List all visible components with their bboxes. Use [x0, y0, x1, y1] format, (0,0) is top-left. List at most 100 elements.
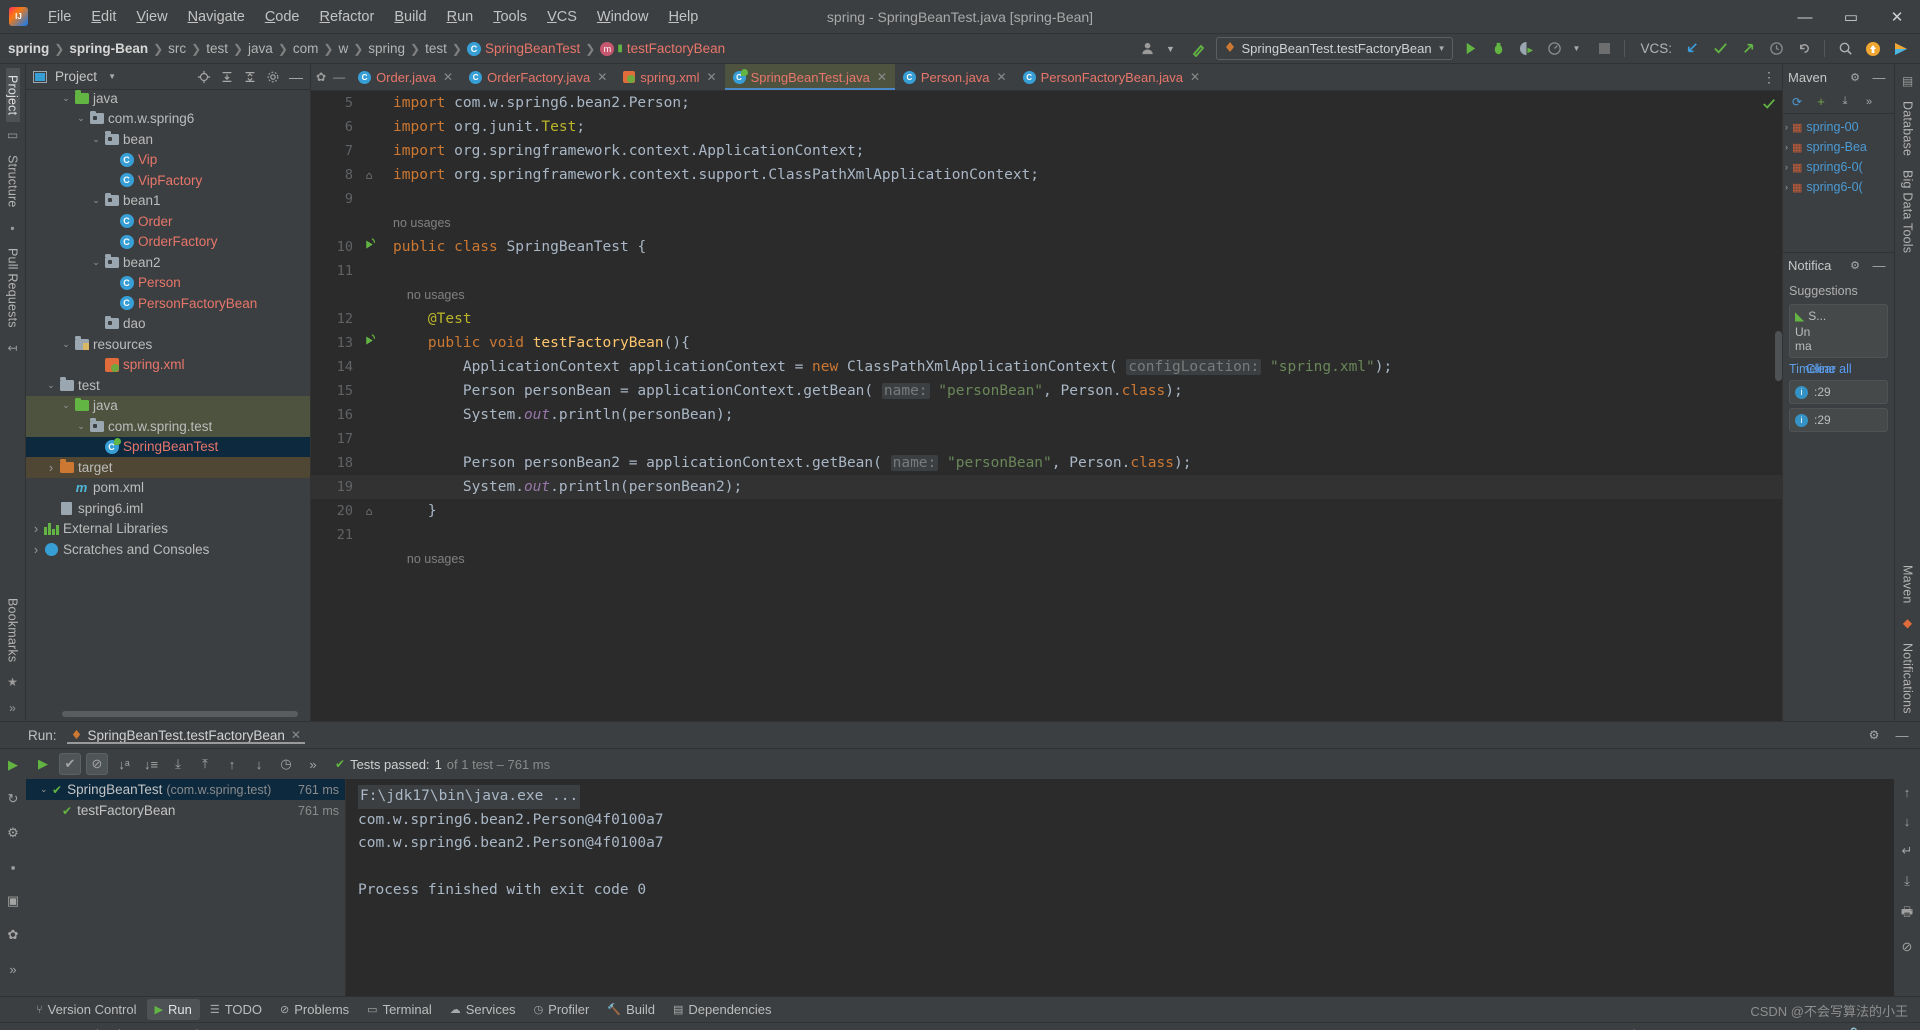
locate-icon[interactable]: [194, 67, 214, 87]
debug-icon[interactable]: [1487, 38, 1509, 60]
test-result-row[interactable]: ⌄ ✔ SpringBeanTest (com.w.spring.test) 761 m…: [26, 779, 345, 800]
rerun-tests-icon[interactable]: ▶: [32, 753, 54, 775]
close-icon[interactable]: ✕: [443, 70, 453, 84]
run-icon[interactable]: [1459, 38, 1481, 60]
hide-panel-icon[interactable]: —: [1869, 67, 1889, 87]
tree-node-java[interactable]: ⌄ java: [26, 90, 310, 109]
rail-item-database[interactable]: Database: [1901, 94, 1915, 163]
chevron-down-icon[interactable]: ⌄: [59, 339, 73, 350]
rail-item-project[interactable]: Project: [5, 68, 20, 123]
next-failed-icon[interactable]: ↓: [248, 753, 270, 775]
hide-tabs-icon[interactable]: —: [333, 70, 345, 84]
bottom-bar-problems[interactable]: ⊘ Problems: [272, 999, 357, 1020]
rail-item-structure[interactable]: Structure: [6, 148, 20, 215]
rail-item-maven[interactable]: Maven: [1901, 558, 1915, 611]
commit-icon[interactable]: [1709, 38, 1731, 60]
chevron-right-icon[interactable]: ›: [1785, 182, 1788, 192]
build-hammer-icon[interactable]: [1188, 38, 1210, 60]
rollback-icon[interactable]: [1793, 38, 1815, 60]
tree-node-target[interactable]: › target: [26, 457, 310, 478]
maven-project-item[interactable]: › ▦ spring6-0(: [1783, 177, 1894, 197]
notification-item[interactable]: i:29: [1789, 380, 1888, 404]
sort-by-duration-icon[interactable]: ↓≡: [140, 753, 162, 775]
collapse-all-icon[interactable]: [240, 67, 260, 87]
database-icon[interactable]: ▤: [1902, 68, 1913, 94]
chevron-down-icon[interactable]: ⌄: [89, 257, 103, 268]
user-avatar-icon[interactable]: [1138, 38, 1160, 60]
chevron-right-icon[interactable]: ›: [1785, 162, 1788, 172]
close-icon[interactable]: ✕: [1190, 70, 1200, 84]
menu-item-help[interactable]: Help: [658, 5, 708, 29]
breadcrumb-item-src[interactable]: src: [168, 41, 186, 56]
search-icon[interactable]: [1834, 38, 1856, 60]
menu-item-navigate[interactable]: Navigate: [178, 5, 255, 29]
chevron-right-icon[interactable]: ›: [1785, 142, 1788, 152]
hide-panel-icon[interactable]: —: [1892, 725, 1912, 745]
bottom-bar-dependencies[interactable]: ▤ Dependencies: [665, 999, 780, 1020]
more-icon[interactable]: »: [2, 958, 24, 980]
project-tree[interactable]: ⌄ java ⌄ com.w.spring6 ⌄ bean C Vip C VipFactory ⌄…: [26, 90, 310, 711]
menu-item-refactor[interactable]: Refactor: [310, 5, 385, 29]
more-icon[interactable]: »: [1859, 92, 1879, 112]
chevron-right-icon[interactable]: ›: [1785, 122, 1788, 132]
breadcrumb-item-spring-bean[interactable]: spring-Bean: [69, 41, 148, 56]
tree-node-springbeantest[interactable]: C SpringBeanTest: [26, 436, 310, 457]
rerun-failed-icon[interactable]: ↻: [2, 788, 24, 810]
tree-node-resources[interactable]: ⌄ resources: [26, 334, 310, 355]
tree-node-scratches-and-consoles[interactable]: › Scratches and Consoles: [26, 539, 310, 560]
chevron-right-icon[interactable]: ›: [29, 521, 43, 536]
editor-tab-person-java[interactable]: C Person.java ✕: [895, 64, 1015, 90]
notification-item[interactable]: i:29: [1789, 408, 1888, 432]
bottom-bar-build[interactable]: 🔨 Build: [599, 999, 663, 1020]
menu-item-run[interactable]: Run: [437, 5, 484, 29]
chevron-down-icon[interactable]: ▼: [102, 67, 122, 87]
tree-node-spring-xml[interactable]: spring.xml: [26, 355, 310, 376]
bookmark-icon[interactable]: ★: [7, 669, 18, 695]
run-with-coverage-icon[interactable]: [1515, 38, 1537, 60]
stop-icon[interactable]: ▪: [2, 856, 24, 878]
tree-node-bean[interactable]: ⌄ bean: [26, 129, 310, 150]
chevron-down-icon[interactable]: ▼: [1160, 38, 1182, 60]
breadcrumb-item-spring[interactable]: spring: [8, 41, 49, 56]
menu-item-code[interactable]: Code: [255, 5, 310, 29]
tree-node-vip[interactable]: C Vip: [26, 150, 310, 171]
breadcrumb-item-test[interactable]: test: [425, 41, 447, 56]
tree-node-external-libraries[interactable]: › External Libraries: [26, 519, 310, 540]
notification-suggestion-card[interactable]: ◣ S... Un ma: [1789, 304, 1888, 358]
menu-item-build[interactable]: Build: [384, 5, 436, 29]
editor-scrollbar[interactable]: [1775, 331, 1782, 381]
add-icon[interactable]: +: [1811, 92, 1831, 112]
expand-all-icon[interactable]: ⤓: [167, 753, 189, 775]
chevron-down-icon[interactable]: ⌄: [89, 134, 103, 145]
settings-gear-icon[interactable]: ⚙: [1864, 725, 1884, 745]
run-gutter-icon[interactable]: [357, 331, 381, 355]
clear-all-link[interactable]: Clear all: [1806, 362, 1852, 376]
breadcrumb-item-com[interactable]: com: [293, 41, 319, 56]
clear-all-icon[interactable]: ⊘: [1902, 939, 1913, 955]
maven-project-item[interactable]: › ▦ spring-Bea: [1783, 137, 1894, 157]
run-gutter-icon[interactable]: [357, 235, 381, 259]
more-tabs-icon[interactable]: ⋮: [1762, 69, 1776, 86]
close-icon[interactable]: ✕: [597, 70, 607, 84]
chevron-down-icon[interactable]: ⌄: [59, 93, 73, 104]
menu-item-view[interactable]: View: [126, 5, 177, 29]
soft-wrap-icon[interactable]: ↵: [1902, 843, 1913, 859]
expand-all-icon[interactable]: [217, 67, 237, 87]
test-result-row[interactable]: ✔ testFactoryBean 761 ms: [26, 800, 345, 821]
settings-gear-icon[interactable]: [263, 67, 283, 87]
rerun-icon[interactable]: ▶: [2, 754, 24, 776]
settings-gear-icon[interactable]: ⚙: [2, 822, 24, 844]
show-passed-toggle[interactable]: ✔: [59, 753, 81, 775]
tree-node-order[interactable]: C Order: [26, 211, 310, 232]
profiler-icon[interactable]: [1543, 38, 1565, 60]
menu-item-file[interactable]: File: [38, 5, 81, 29]
chevron-down-icon[interactable]: ⌄: [40, 784, 52, 795]
editor-tab-spring-xml[interactable]: spring.xml ✕: [615, 64, 724, 90]
tree-node-com-w-spring-test[interactable]: ⌄ com.w.spring.test: [26, 416, 310, 437]
chevron-right-icon[interactable]: ›: [44, 460, 58, 475]
tree-node-vipfactory[interactable]: C VipFactory: [26, 170, 310, 191]
notifications-bell-icon[interactable]: ◆: [1903, 610, 1912, 636]
breadcrumb-item-testfactorybean[interactable]: m ▮ testFactoryBean: [600, 41, 725, 56]
rail-item-big-data-tools[interactable]: Big Data Tools: [1901, 163, 1915, 260]
test-results-tree[interactable]: ⌄ ✔ SpringBeanTest (com.w.spring.test) 761 m…: [26, 779, 346, 996]
